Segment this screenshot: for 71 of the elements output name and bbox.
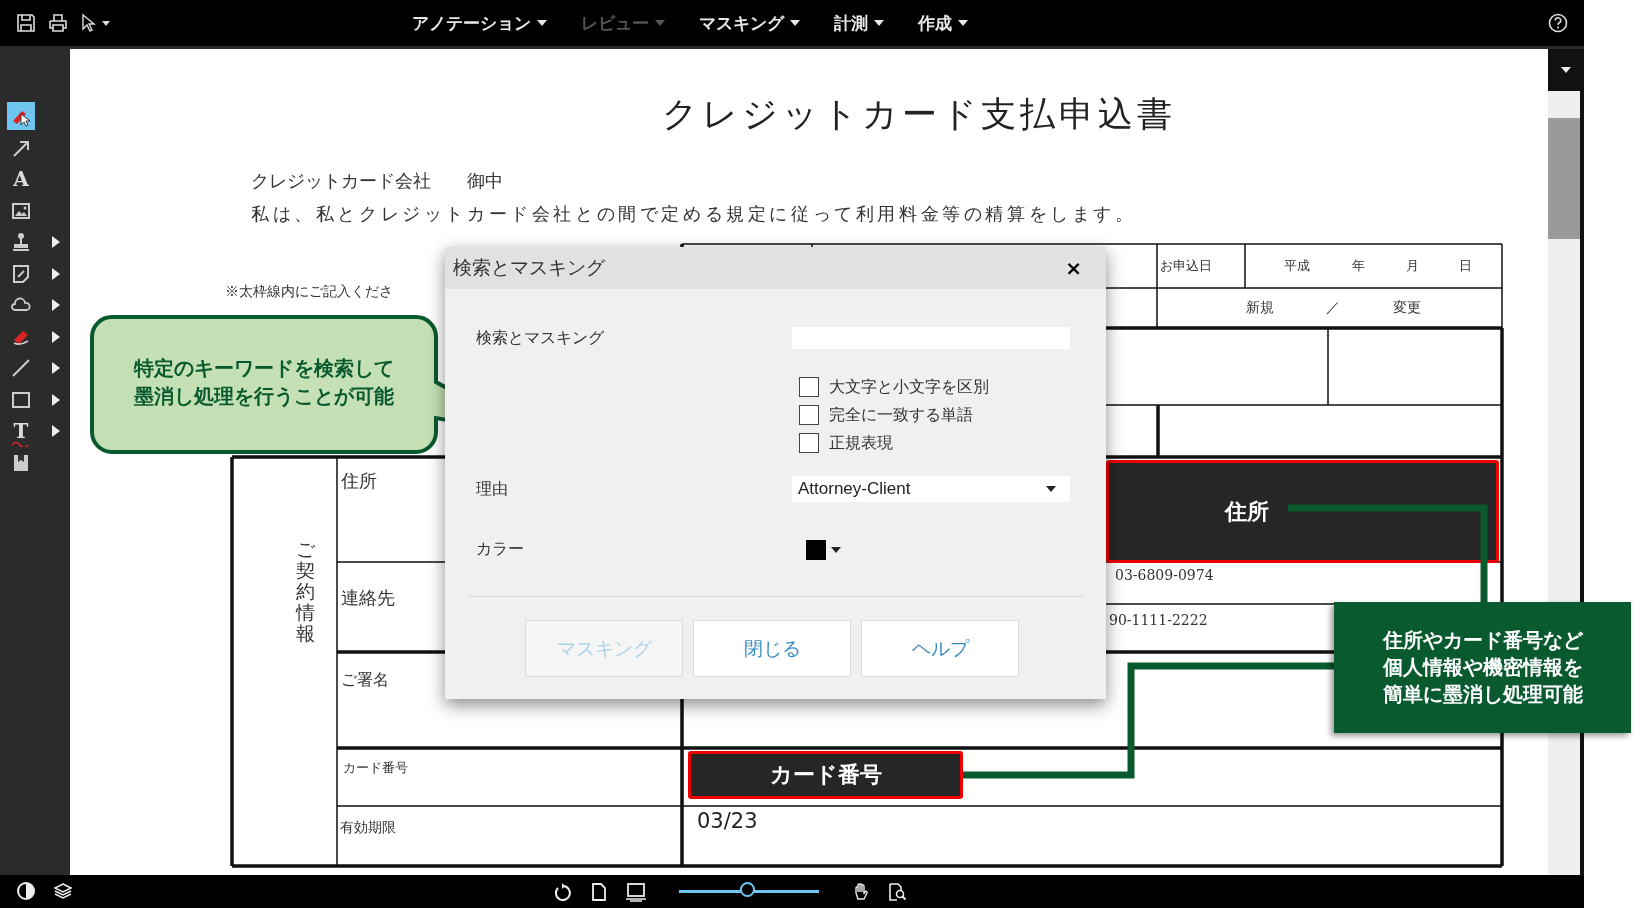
reason-dropdown[interactable]: Attorney-Client	[792, 476, 1070, 502]
form-text: 90-1111-2222	[1109, 612, 1208, 628]
submenu-arrow-icon[interactable]	[52, 362, 60, 375]
expiry-value: 03/23	[697, 809, 758, 833]
caret-icon	[790, 20, 800, 26]
redaction-box: 住所	[1106, 460, 1499, 563]
menu-item[interactable]: 計測	[834, 11, 884, 35]
note-text: ※太枠線内にご記入くださ	[225, 283, 393, 301]
caret-icon	[874, 20, 884, 26]
checkbox-option[interactable]: 正規表現	[799, 432, 1106, 454]
tool-button[interactable]	[7, 102, 35, 131]
submenu-arrow-icon[interactable]	[52, 425, 60, 438]
section-label: ご契約情報	[296, 539, 315, 644]
callout-box: 住所やカード番号など 個人情報や機密情報を 簡単に墨消し処理可能	[1334, 602, 1631, 733]
caret-icon	[537, 20, 547, 26]
save-icon[interactable]	[16, 13, 36, 33]
form-label: 有効期限	[340, 819, 396, 837]
submenu-arrow-icon[interactable]	[52, 299, 60, 312]
form-text: 新規	[1246, 299, 1274, 317]
field-label: カラー	[476, 539, 525, 560]
redaction-box: カード番号	[688, 751, 963, 799]
close-button[interactable]: ×	[1061, 256, 1086, 280]
menu-item[interactable]: マスキング	[699, 11, 800, 35]
squiggle-icon	[10, 441, 29, 448]
layers-icon[interactable]	[53, 881, 73, 901]
submenu-arrow-icon[interactable]	[52, 330, 60, 343]
form-text: 03-6809-0974	[1115, 567, 1214, 583]
form-text: ／	[1326, 299, 1340, 317]
tool-button[interactable]: A	[7, 165, 35, 194]
submenu-arrow-icon[interactable]	[52, 267, 60, 280]
document-title: クレジットカード支払申込書	[662, 93, 1176, 136]
rotate-icon[interactable]	[552, 881, 573, 902]
field-label: 検索とマスキング	[476, 327, 605, 349]
menu-item[interactable]: アノテーション	[412, 11, 547, 35]
caret-icon	[958, 20, 968, 26]
form-text: 日	[1459, 257, 1472, 275]
statement-text: 私は、私とクレジットカード会社との間で定める規定に従って利用料金等の精算をします。	[251, 202, 1137, 226]
form-text: 変更	[1393, 299, 1421, 317]
form-label: カード番号	[343, 759, 408, 777]
field-label: 理由	[476, 478, 509, 500]
note-icon	[10, 262, 32, 285]
caret-icon	[831, 546, 841, 553]
caret-icon	[1046, 486, 1056, 492]
form-text: 月	[1406, 257, 1419, 275]
form-text: 年	[1352, 257, 1365, 275]
form-text: 平成	[1284, 257, 1310, 275]
checkbox-option[interactable]: 完全に一致する単語	[799, 404, 1106, 426]
callout-text: 特定のキーワードを検索して 墨消し処理を行うことが可能	[132, 355, 395, 410]
print-icon[interactable]	[48, 13, 68, 33]
contrast-icon[interactable]	[16, 881, 36, 901]
addressee-text: クレジットカード会社 御中	[251, 169, 503, 193]
caret-icon	[1561, 67, 1571, 73]
help-icon[interactable]	[1548, 13, 1568, 33]
document-zoom-icon[interactable]	[886, 881, 907, 902]
caret-icon	[655, 20, 665, 26]
form-label: お申込日	[1160, 257, 1212, 275]
dialog-title: 検索とマスキング	[453, 255, 605, 280]
page-view-icon[interactable]	[624, 881, 647, 902]
form-label: 連絡先	[341, 586, 395, 610]
tool-button[interactable]: T	[7, 417, 35, 446]
menu-item[interactable]: 作成	[918, 11, 968, 35]
submenu-arrow-icon[interactable]	[52, 393, 60, 406]
stamp-icon	[10, 231, 32, 254]
scroll-thumb[interactable]	[1548, 118, 1580, 239]
form-label: ご署名	[341, 670, 389, 691]
form-label: 住所	[341, 469, 377, 493]
dialog-button[interactable]: ヘルプ	[861, 620, 1019, 677]
submenu-arrow-icon[interactable]	[52, 236, 60, 249]
checkbox-option[interactable]: 大文字と小文字を区別	[799, 376, 1106, 398]
color-picker[interactable]	[806, 539, 841, 560]
dialog-button[interactable]: 閉じる	[693, 620, 851, 677]
